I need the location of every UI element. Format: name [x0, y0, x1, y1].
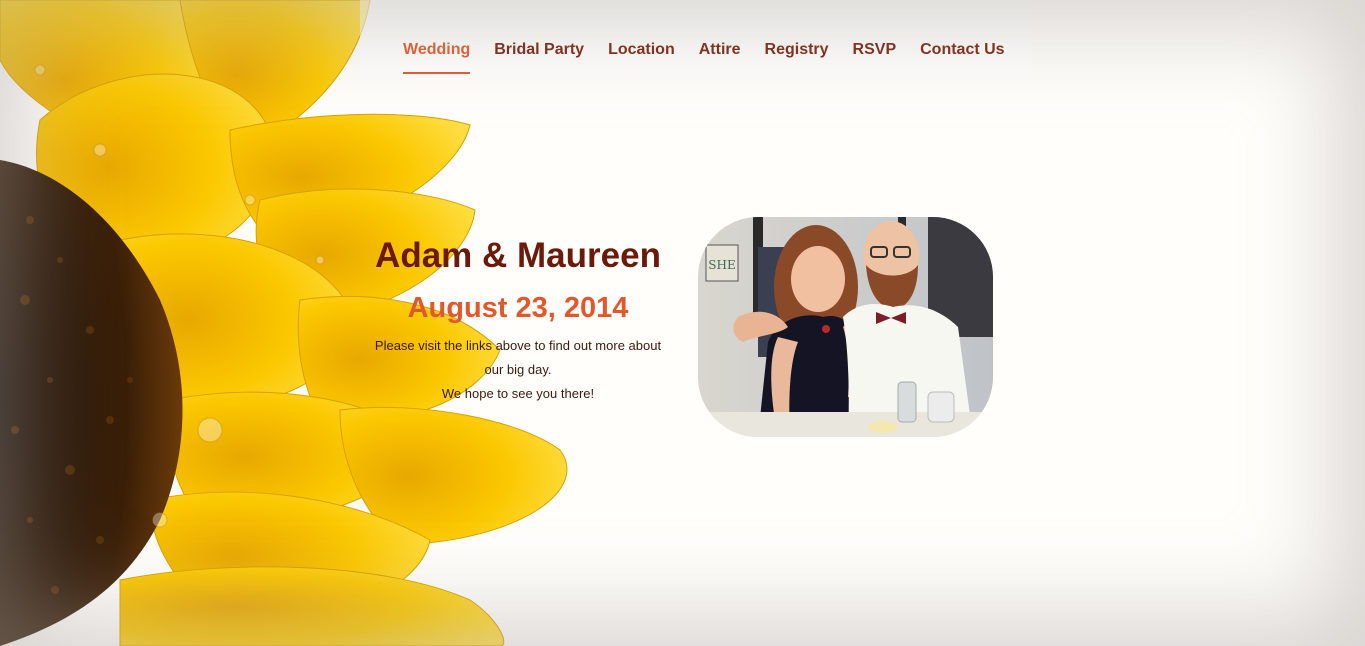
- nav-item-registry[interactable]: Registry: [765, 41, 829, 74]
- photo-sign: SHE: [705, 244, 739, 282]
- photo-sign-text: SHE: [708, 258, 735, 272]
- nav-item-attire[interactable]: Attire: [699, 41, 741, 74]
- couple-photo: SHE: [698, 217, 993, 437]
- welcome-message-line-3: We hope to see you there!: [441, 386, 595, 401]
- couple-photo-image: SHE: [698, 217, 993, 437]
- wedding-date: August 23, 2014: [407, 292, 629, 324]
- welcome-message: Please visit the links above to find out…: [368, 334, 668, 406]
- nav-item-location[interactable]: Location: [608, 41, 675, 74]
- welcome-message-line-2: our big day.: [484, 362, 552, 377]
- main-nav: Wedding Bridal Party Location Attire Reg…: [403, 41, 1029, 74]
- nav-item-bridal-party[interactable]: Bridal Party: [494, 41, 584, 74]
- nav-item-wedding[interactable]: Wedding: [403, 41, 471, 74]
- couple-names: Adam & Maureen: [375, 236, 661, 275]
- welcome-message-line-1: Please visit the links above to find out…: [374, 338, 662, 353]
- hero-text: Adam & Maureen August 23, 2014 Please vi…: [368, 232, 668, 406]
- nav-item-rsvp[interactable]: RSVP: [853, 41, 897, 74]
- nav-item-contact-us[interactable]: Contact Us: [920, 41, 1004, 74]
